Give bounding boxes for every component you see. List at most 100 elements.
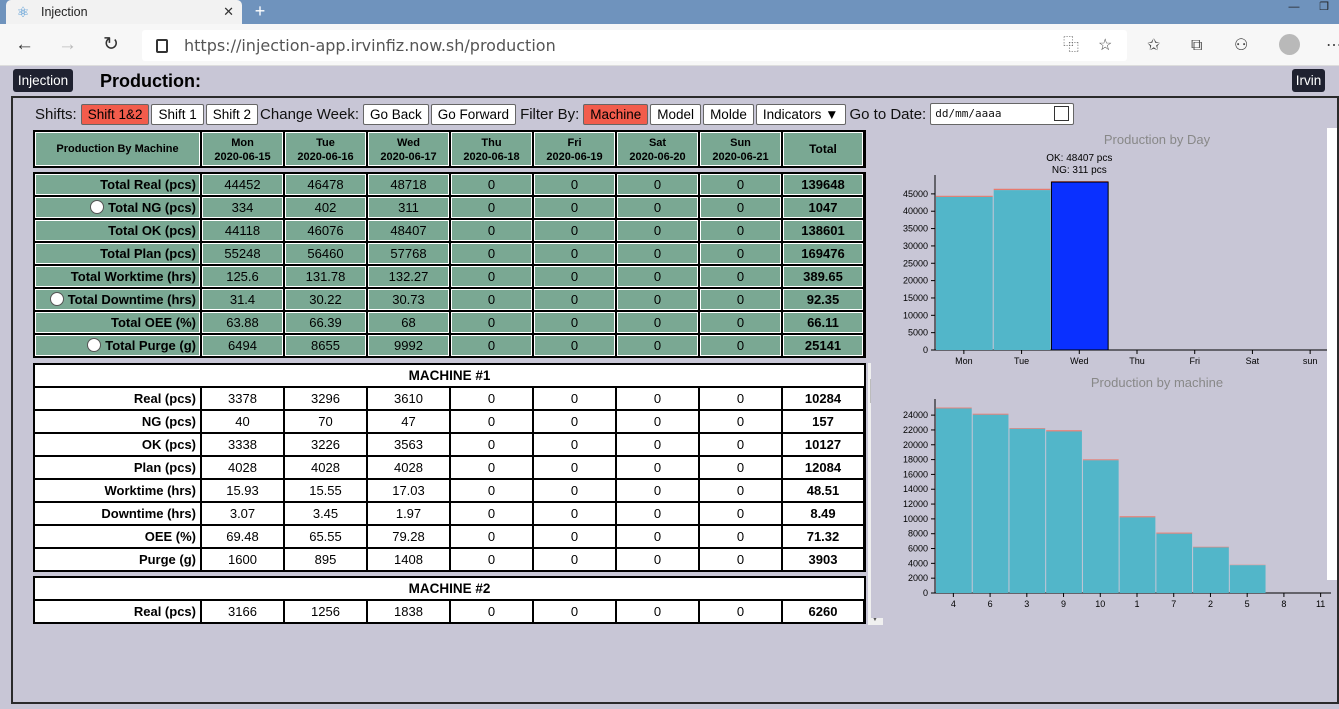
- shift-both-button[interactable]: Shift 1&2: [80, 103, 150, 125]
- table-cell: 0: [534, 197, 615, 218]
- table-cell: 0: [534, 457, 615, 478]
- row-total-cell: 389.65: [783, 266, 863, 287]
- y-tick-label: 18000: [903, 455, 928, 465]
- date-input[interactable]: dd/mm/aaaa: [930, 103, 1075, 125]
- day-column-header: Fri 2020-06-19: [534, 132, 615, 166]
- day-date: 2020-06-16: [297, 151, 354, 163]
- toggle-radio[interactable]: [87, 338, 102, 352]
- table-cell: 0: [534, 549, 615, 570]
- go-forward-button[interactable]: Go Forward: [430, 103, 517, 125]
- machine-block: MACHINE #2 Real (pcs) 3166 1256 1838 0 0 0 0 6260: [33, 576, 866, 624]
- ok-bar: [936, 408, 972, 593]
- app-header: Injection Production: Irvin: [0, 66, 1339, 96]
- browser-tab[interactable]: ⚛ Injection ✕: [6, 0, 242, 24]
- toggle-radio[interactable]: [90, 200, 105, 214]
- favorites-list-icon[interactable]: ✩: [1147, 37, 1160, 55]
- table-cell: 0: [534, 503, 615, 524]
- table-cell: 0: [617, 289, 698, 310]
- calendar-icon[interactable]: [1054, 106, 1070, 121]
- day-name: Thu: [481, 137, 502, 149]
- table-cell: 0: [534, 220, 615, 241]
- totals-row-label: Total Downtime (hrs): [35, 289, 200, 310]
- table-cell: 4028: [368, 457, 449, 478]
- row-total-cell: 25141: [783, 335, 863, 356]
- forward-arrow-icon[interactable]: →: [58, 35, 77, 55]
- favorite-star-icon[interactable]: ☆: [1098, 37, 1112, 55]
- day-date: 2020-06-21: [712, 151, 769, 163]
- table-cell: 65.55: [285, 526, 366, 547]
- ok-bar: [936, 196, 993, 350]
- back-arrow-icon[interactable]: ←: [15, 35, 34, 55]
- day-name: Sun: [730, 137, 751, 149]
- translate-icon[interactable]: ⿻: [1063, 37, 1079, 55]
- table-cell: 0: [617, 335, 698, 356]
- production-by-day-chart: Production by Day 0 5000 10000 15000 20000 250…: [903, 132, 1331, 366]
- machine-row-label: OEE (%): [35, 526, 200, 547]
- feedback-icon[interactable]: ⚇: [1234, 37, 1248, 55]
- minimize-icon[interactable]: —: [1279, 0, 1309, 24]
- table-cell: 6494: [202, 335, 283, 356]
- address-bar: ← → ↻ https://injection-app.irvinfiz.now…: [0, 24, 1339, 66]
- brand-button[interactable]: Injection: [13, 69, 73, 92]
- change-week-label: Change Week:: [260, 105, 359, 123]
- row-label-text: Total Plan (pcs): [100, 246, 196, 261]
- table-cell: 0: [534, 601, 615, 622]
- day-column-header: Sun 2020-06-21: [700, 132, 781, 166]
- more-menu-icon[interactable]: ⋯: [1326, 37, 1339, 55]
- go-back-button[interactable]: Go Back: [363, 103, 429, 125]
- page-scrollbar[interactable]: [1327, 128, 1337, 580]
- table-header: Production By Machine Mon 2020-06-15 Tue 202…: [33, 130, 866, 168]
- new-tab-icon[interactable]: +: [250, 0, 270, 22]
- table-cell: 44452: [202, 174, 283, 195]
- profile-avatar[interactable]: [1279, 34, 1300, 55]
- table-cell: 0: [700, 174, 781, 195]
- table-cell: 132.27: [368, 266, 449, 287]
- shift-1-button[interactable]: Shift 1: [151, 103, 204, 125]
- chart-title: Production by machine: [1091, 375, 1223, 390]
- total-column-header: Total: [783, 132, 863, 166]
- close-tab-icon[interactable]: ✕: [223, 4, 234, 20]
- y-tick-label: 24000: [903, 410, 928, 420]
- machine-row-label: Downtime (hrs): [35, 503, 200, 524]
- table-cell: 0: [617, 312, 698, 333]
- machine-table-scroll[interactable]: MACHINE #1 Real (pcs) 3378 3296 3610 0 0 0 0 1028…: [33, 363, 883, 625]
- y-tick-label: 10000: [903, 310, 928, 320]
- machine-title: MACHINE #2: [35, 578, 864, 599]
- row-label-text: Total Purge (g): [105, 338, 196, 353]
- toggle-radio[interactable]: [49, 292, 64, 306]
- y-tick-label: 30000: [903, 241, 928, 251]
- x-tick-label: 10: [1095, 599, 1105, 609]
- table-cell: 70: [285, 411, 366, 432]
- table-cell: 0: [700, 220, 781, 241]
- ng-bar: [993, 188, 1051, 191]
- table-cell: 0: [534, 526, 615, 547]
- y-tick-label: 40000: [903, 206, 928, 216]
- refresh-icon[interactable]: ↻: [103, 35, 119, 55]
- ok-bar: [1156, 533, 1193, 593]
- shift-2-button[interactable]: Shift 2: [205, 103, 259, 125]
- y-tick-label: 25000: [903, 258, 928, 268]
- filter-machine-button[interactable]: Machine: [583, 103, 649, 125]
- maximize-icon[interactable]: ❐: [1309, 0, 1339, 24]
- table-cell: 0: [700, 411, 781, 432]
- table-cell: 56460: [285, 243, 366, 264]
- table-cell: 46478: [285, 174, 366, 195]
- filter-molde-button[interactable]: Molde: [703, 103, 754, 125]
- tooltip-ok: OK: 48407 pcs: [1046, 153, 1112, 164]
- y-tick-label: 20000: [903, 276, 928, 286]
- row-total-cell: 1047: [783, 197, 863, 218]
- table-cell: 1408: [368, 549, 449, 570]
- y-tick-label: 22000: [903, 425, 928, 435]
- user-button[interactable]: Irvin: [1292, 69, 1325, 92]
- indicators-dropdown[interactable]: Indicators ▼: [755, 103, 846, 125]
- url-field[interactable]: https://injection-app.irvinfiz.now.sh/pr…: [142, 30, 1127, 61]
- totals-row-label: Total OEE (%): [35, 312, 200, 333]
- table-cell: 3166: [202, 601, 283, 622]
- tab-title: Injection: [41, 5, 88, 19]
- table-cell: 0: [534, 434, 615, 455]
- row-total-cell: 10284: [783, 388, 863, 409]
- collections-icon[interactable]: ⧉: [1191, 37, 1202, 55]
- row-label-text: Total Real (pcs): [100, 177, 196, 192]
- filter-model-button[interactable]: Model: [650, 103, 702, 125]
- table-cell: 0: [617, 480, 698, 501]
